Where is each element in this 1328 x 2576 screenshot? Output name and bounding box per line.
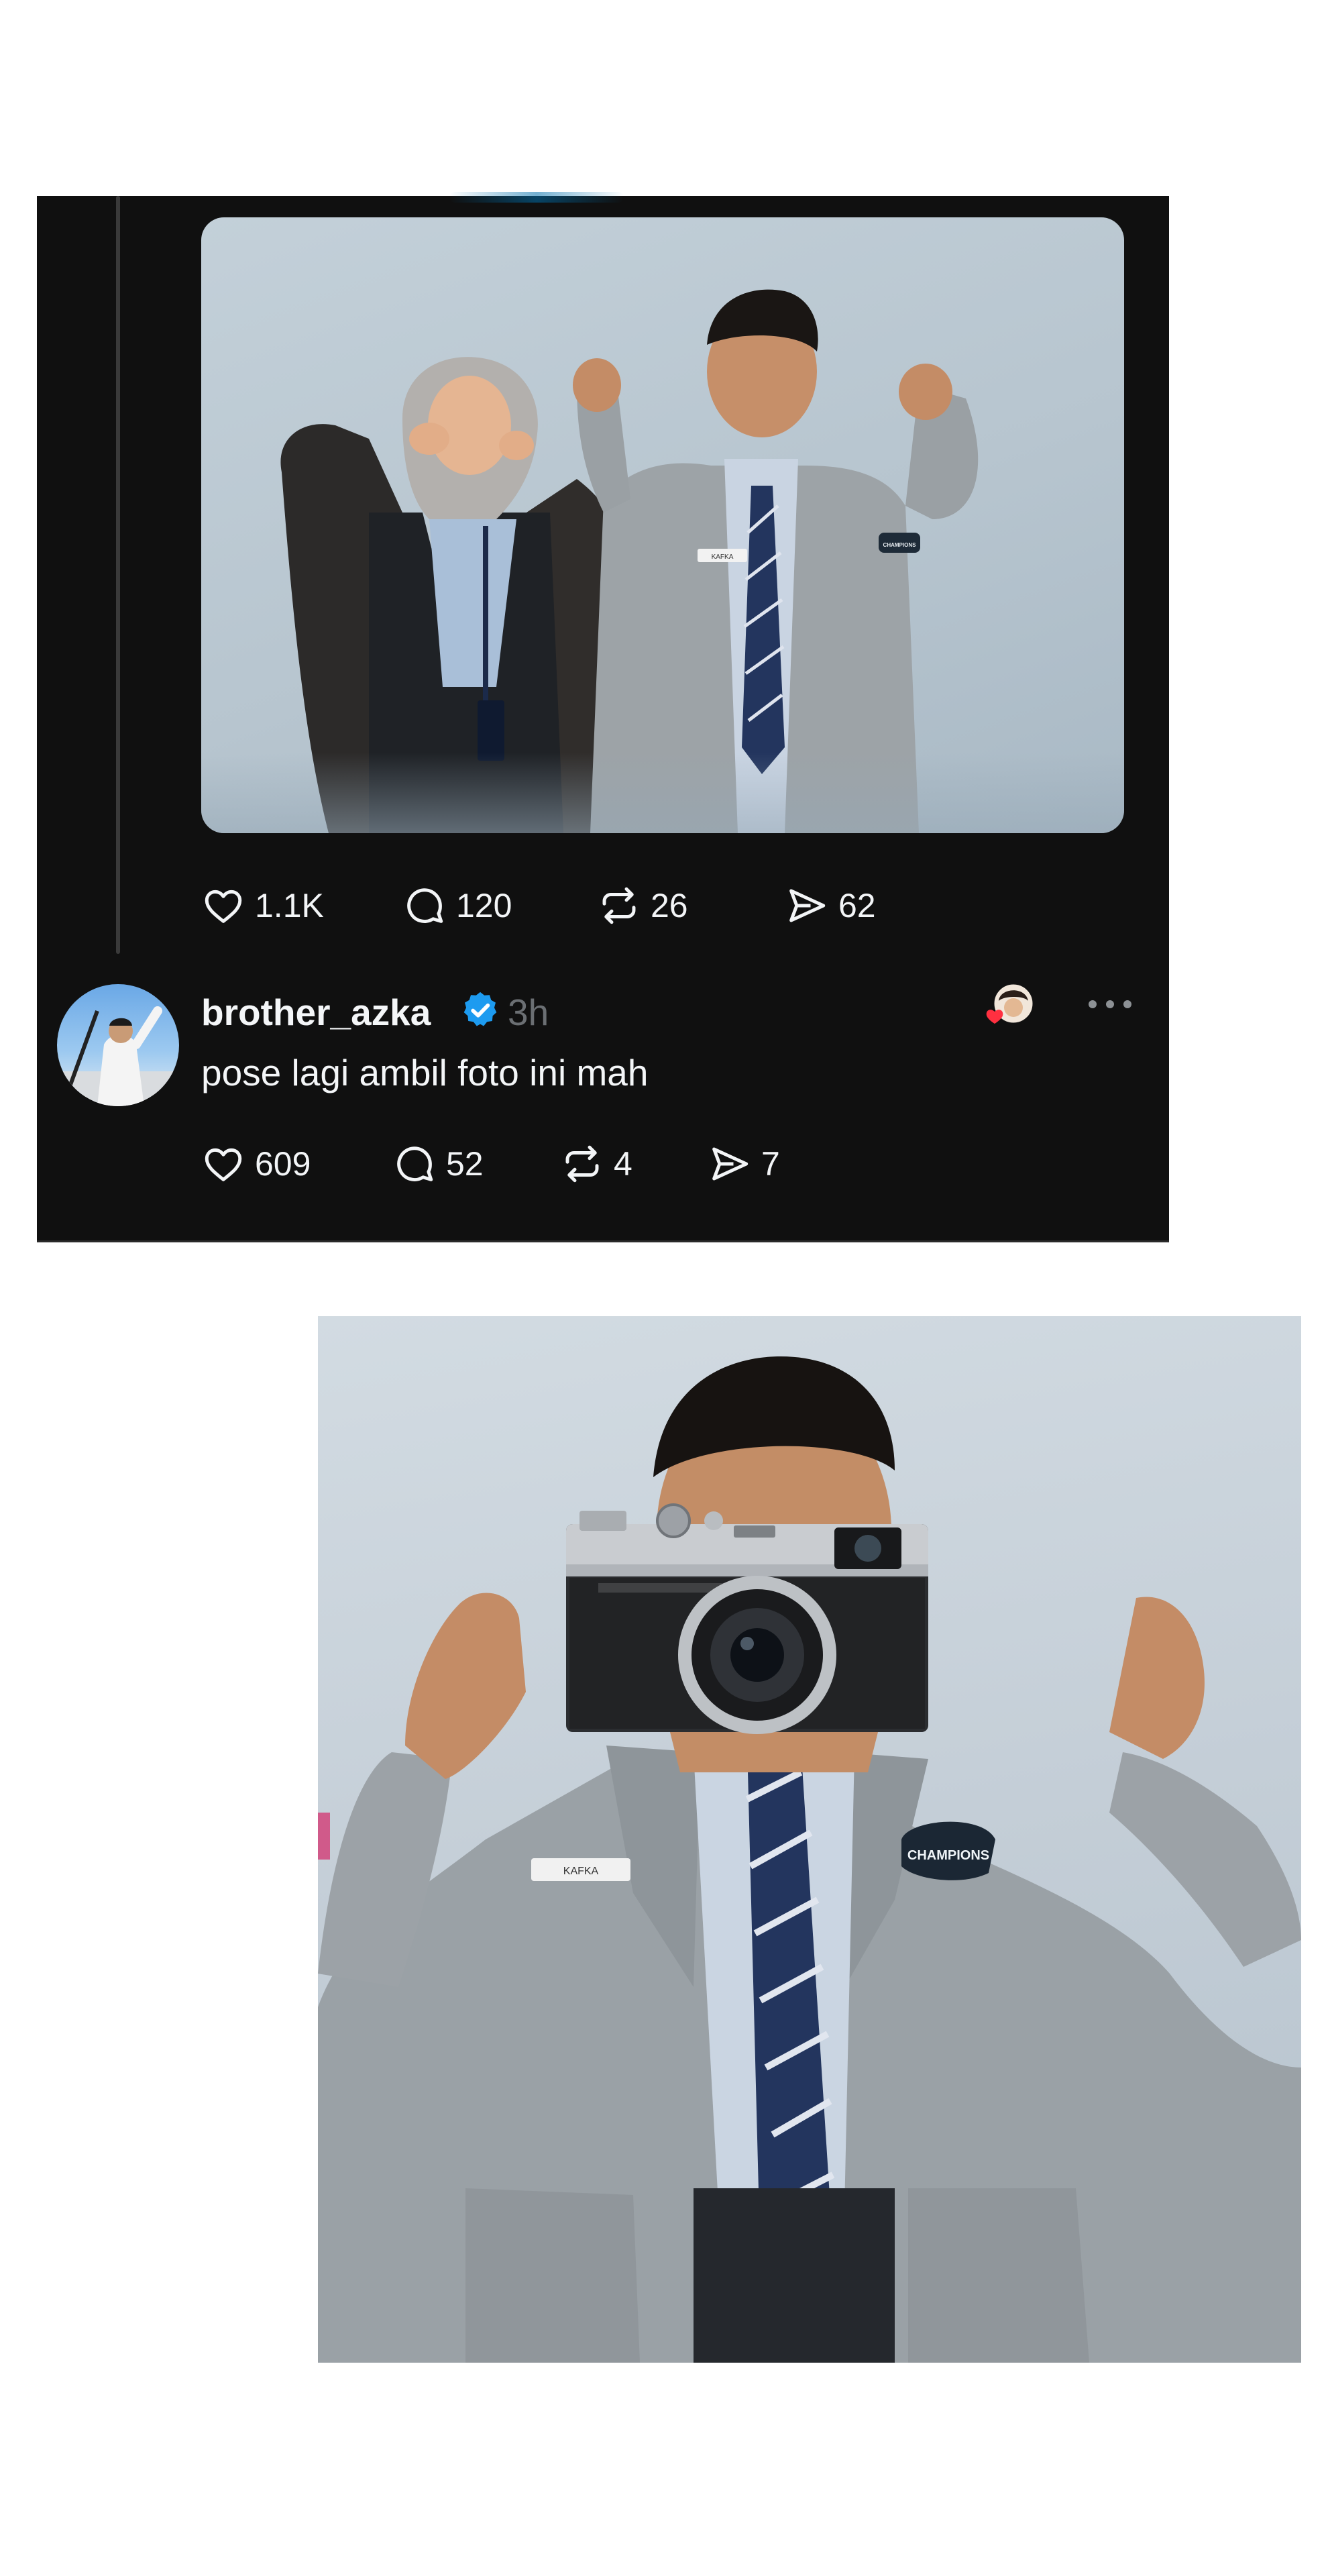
repost-icon <box>602 887 636 924</box>
threads-card: KAFKA CHAMPIONS 1.1K 120 26 62 brother_a… <box>37 192 1169 1242</box>
name-tag-text: KAFKA <box>563 1866 599 1877</box>
reply-icon <box>397 1146 433 1181</box>
share-icon <box>789 889 826 922</box>
heart-icon <box>205 890 242 923</box>
share-button[interactable]: 62 <box>785 883 876 928</box>
camera-icon <box>566 1503 928 1734</box>
avatar-picture <box>57 1006 179 1106</box>
repost-count: 26 <box>651 887 688 924</box>
photo-name-tag-text: KAFKA <box>712 553 734 561</box>
like-count: 1.1K <box>255 887 324 924</box>
edited-photo[interactable]: KAFKA CHAMPIONS <box>318 1316 1301 2363</box>
share-button[interactable]: 7 <box>708 1142 780 1186</box>
reply-button[interactable]: 52 <box>392 1142 484 1186</box>
heart-icon <box>986 1010 1003 1024</box>
like-button[interactable]: 609 <box>201 1142 311 1186</box>
share-count: 62 <box>838 887 876 924</box>
post-text: pose lagi ambil foto ini mah <box>201 1052 649 1093</box>
share-icon <box>712 1147 749 1181</box>
liker-avatar-icon[interactable] <box>984 981 1035 1032</box>
thread-line <box>116 196 120 954</box>
repost-icon <box>565 1145 599 1183</box>
username[interactable]: brother_azka <box>201 991 431 1034</box>
post1-actions: 1.1K 120 26 62 <box>201 883 1006 930</box>
share-count: 7 <box>761 1145 780 1183</box>
repost-button[interactable]: 26 <box>597 883 688 928</box>
photo-illustration: KAFKA CHAMPIONS <box>280 289 979 833</box>
avatar[interactable] <box>57 984 179 1106</box>
heart-icon <box>205 1148 242 1181</box>
reply-icon <box>407 888 443 923</box>
reply-count: 120 <box>456 887 512 924</box>
post-photo[interactable]: KAFKA CHAMPIONS <box>201 217 1124 833</box>
verified-icon <box>463 991 497 1026</box>
like-count: 609 <box>255 1145 311 1183</box>
photo-badge-text: CHAMPIONS <box>883 542 917 548</box>
like-button[interactable]: 1.1K <box>201 883 324 928</box>
reply-button[interactable]: 120 <box>402 883 512 928</box>
badge-text: CHAMPIONS <box>907 1848 989 1863</box>
more-icon[interactable] <box>1083 991 1137 1018</box>
repost-count: 4 <box>614 1145 632 1183</box>
scroll-hint <box>449 192 624 203</box>
photo-shadow <box>201 753 1124 833</box>
post-time: 3h <box>508 991 549 1033</box>
card-divider <box>37 1240 1169 1242</box>
post2-actions: 609 52 4 7 <box>201 1142 1006 1189</box>
repost-button[interactable]: 4 <box>560 1142 632 1186</box>
edited-photo-illustration: KAFKA CHAMPIONS <box>318 1356 1301 2363</box>
reply-count: 52 <box>446 1145 484 1183</box>
